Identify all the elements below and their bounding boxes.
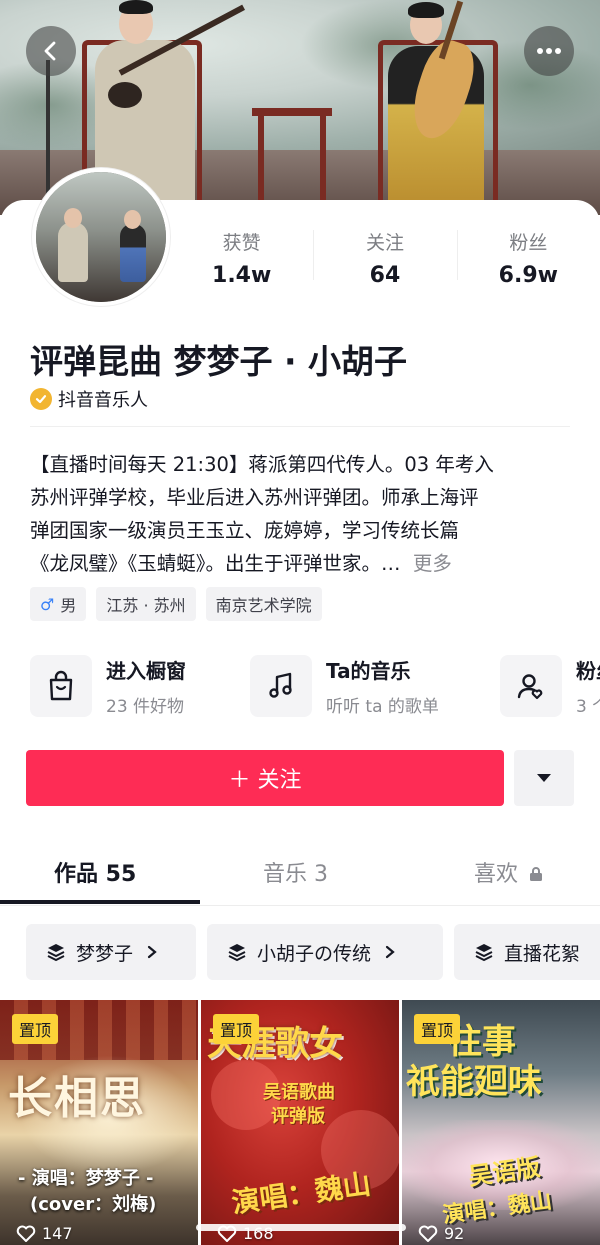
entry-music[interactable]: Ta的音乐 听听 ta 的歌单 [250,652,439,720]
layers-icon [228,944,246,962]
bio-line: 【直播时间每天 21:30】蒋派第四代传人。03 年考入 [30,453,494,476]
shopping-bag-icon [30,655,92,717]
chevron-right-icon [385,945,395,959]
collection-chip[interactable]: 小胡子の传统 [207,924,443,980]
entry-title: 进入橱窗 [106,659,186,683]
gender-tag: ♂ 男 [30,587,87,621]
stat-likes[interactable]: 获赞 1.4w [170,222,313,292]
bio-line: 弹团国家一级演员王玉立、庞婷婷，学习传统长篇 [30,519,460,542]
entry-title: 粉丝群 [576,659,600,683]
video-subtitle: 吴语歌曲 [263,1082,335,1103]
bio-more-link[interactable]: 更多 [413,552,452,575]
pinned-badge: 置顶 [414,1014,461,1044]
profile-stats: 获赞 1.4w 关注 64 粉丝 6.9w [170,222,600,292]
video-subtitle: 评弹版 [271,1106,325,1127]
verified-badge[interactable]: 抖音音乐人 [30,386,148,412]
collections-row: 梦梦子 小胡子の传统 直播花絮 [26,924,600,980]
location-tag: 江苏 · 苏州 [96,587,196,621]
pinned-badge: 置顶 [213,1014,260,1044]
tab-music[interactable]: 音乐 3 [263,856,328,888]
layers-icon [47,944,65,962]
like-count-value: 147 [42,1224,73,1243]
tag-label: 南京艺术学院 [215,596,312,615]
stat-following[interactable]: 关注 64 [313,222,456,292]
video-title: 长相思 [8,1073,146,1124]
pinned-badge: 置顶 [12,1014,59,1044]
bio-line-last: 《龙凤璧》《玉蜻蜓》。出生于评弹世家。… 更多 [30,547,572,580]
video-credit: (cover：刘梅) [30,1194,157,1215]
collection-label: 小胡子の传统 [257,942,372,965]
collection-label: 梦梦子 [76,942,134,965]
chevron-left-icon [44,41,56,61]
avatar[interactable] [32,168,170,306]
entry-subtitle: 听听 ta 的歌单 [326,697,439,717]
caret-down-icon [537,774,551,782]
entry-title: Ta的音乐 [326,659,411,683]
video-grid: 长相思 - 演唱：梦梦子 - (cover：刘梅) 置顶 147 天涯歌女 吴语… [0,1000,600,1245]
collection-chip[interactable]: 梦梦子 [26,924,196,980]
bio-line: 《龙凤璧》《玉蜻蜓》。出生于评弹世家。… [30,552,401,575]
like-count-value: 92 [444,1224,465,1243]
stat-label: 关注 [365,232,404,254]
profile-name: 评弹昆曲 梦梦子 · 小胡子 [30,342,408,381]
profile-bio[interactable]: 【直播时间每天 21:30】蒋派第四代传人。03 年考入 苏州评弹学校，毕业后进… [30,448,572,580]
divider [30,426,570,427]
heart-icon [16,1225,36,1242]
video-thumbnail[interactable]: 长相思 - 演唱：梦梦子 - (cover：刘梅) 置顶 147 [0,1000,198,1245]
checkmark-icon [30,388,52,410]
like-count: 92 [418,1224,464,1243]
home-indicator[interactable] [196,1224,406,1231]
stat-label: 粉丝 [509,232,548,254]
heart-icon [418,1225,438,1242]
tab-works[interactable]: 作品 55 [54,856,136,888]
follow-button[interactable]: ＋ 关注 [26,750,504,806]
stat-value: 64 [369,263,401,288]
entry-subtitle: 3 个 [576,697,600,717]
entry-fan-group[interactable]: 粉丝群 3 个 [500,652,600,720]
entry-shop-window[interactable]: 进入橱窗 23 件好物 [30,652,186,720]
music-note-icon [250,655,312,717]
entry-subtitle: 23 件好物 [106,697,185,717]
like-count: 147 [16,1224,73,1243]
content-tabs: 作品 55 音乐 3 喜欢 [0,838,600,906]
stat-followers[interactable]: 粉丝 6.9w [456,222,600,292]
video-credit: 演唱：魏山 [229,1167,373,1220]
tag-label: 男 [60,596,77,615]
badge-label: 抖音音乐人 [58,390,148,411]
more-dots-icon [537,48,561,54]
follow-dropdown-button[interactable] [514,750,574,806]
bio-line: 苏州评弹学校，毕业后进入苏州评弹团。师承上海评 [30,486,479,509]
active-tab-indicator [0,900,200,904]
chevron-right-icon [147,945,157,959]
stat-value: 1.4w [212,263,272,288]
stat-label: 获赞 [222,232,261,254]
male-icon: ♂ [40,594,55,614]
more-options-button[interactable] [524,26,574,76]
stat-value: 6.9w [498,263,558,288]
lock-icon [530,867,543,881]
tag-label: 江苏 · 苏州 [106,596,186,615]
tab-label: 喜欢 [474,862,519,887]
layers-icon [475,944,493,962]
collection-chip[interactable]: 直播花絮 [454,924,600,980]
tab-likes[interactable]: 喜欢 [474,856,543,888]
video-thumbnail[interactable]: 往事 祇能廻味 吴语版 演唱：魏山 置顶 92 [402,1000,600,1245]
profile-tags: ♂ 男 江苏 · 苏州 南京艺术学院 [30,587,332,621]
fan-group-icon [500,655,562,717]
video-credit: - 演唱：梦梦子 - [18,1168,154,1189]
collection-label: 直播花絮 [504,942,581,965]
profile-entries: 进入橱窗 23 件好物 Ta的音乐 听听 ta 的歌单 粉丝群 3 个 [30,652,600,720]
video-title: 祇能廻味 [406,1062,542,1102]
video-thumbnail[interactable]: 天涯歌女 吴语歌曲 评弹版 演唱：魏山 置顶 168 [201,1000,399,1245]
back-button[interactable] [26,26,76,76]
school-tag[interactable]: 南京艺术学院 [205,587,322,621]
